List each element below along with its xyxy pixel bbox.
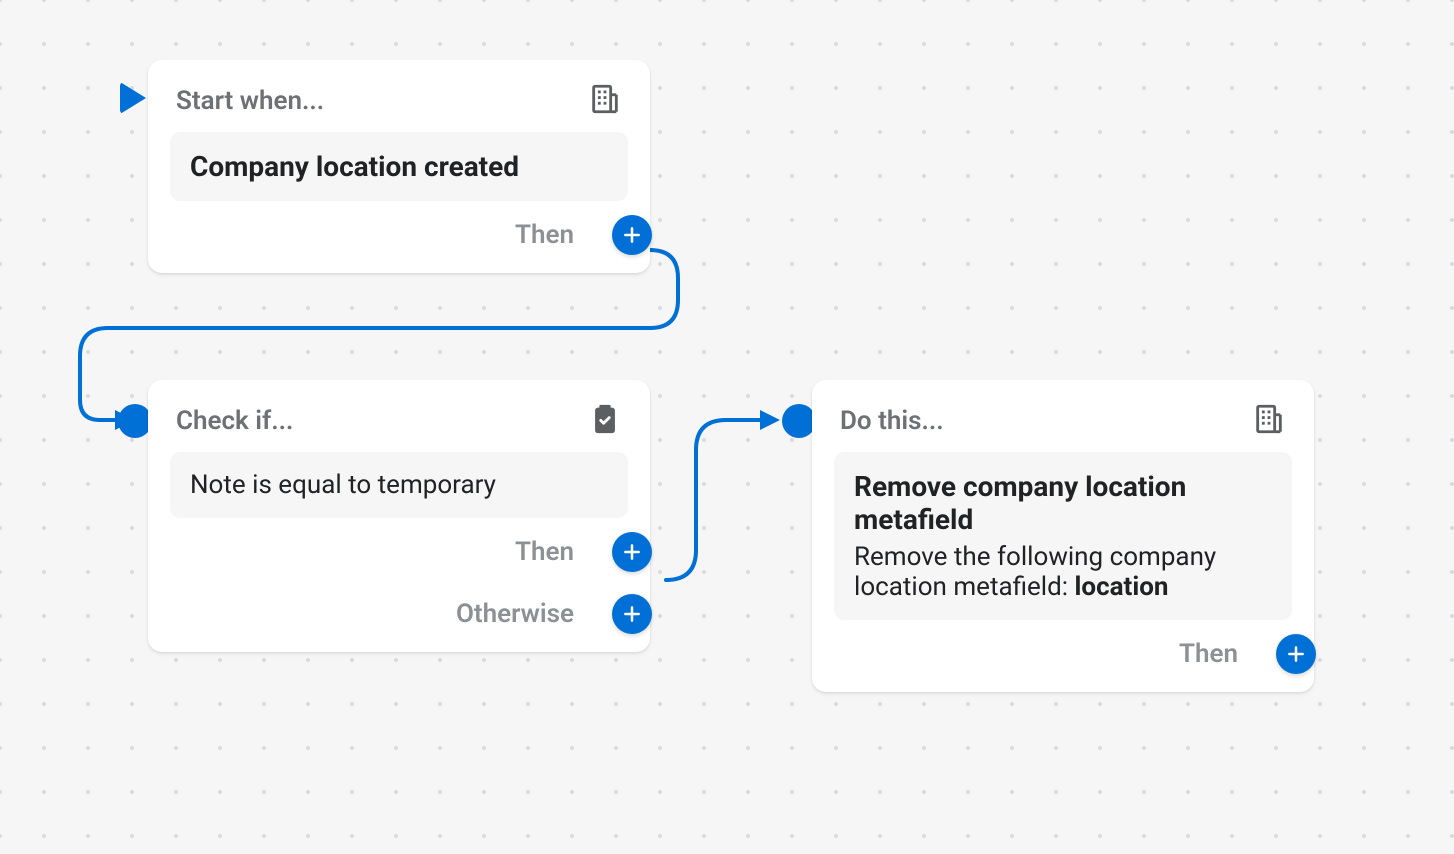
condition-summary: Note is equal to temporary (170, 452, 628, 518)
add-step-button[interactable] (612, 215, 652, 255)
workflow-canvas[interactable]: Start when... Company location created T… (0, 0, 1454, 854)
condition-header-label: Check if... (176, 406, 293, 436)
condition-entry-marker (118, 404, 152, 438)
trigger-header-label: Start when... (176, 86, 324, 116)
condition-otherwise-branch: Otherwise (170, 594, 628, 634)
branch-label-then: Then (515, 220, 574, 250)
trigger-card[interactable]: Start when... Company location created T… (148, 60, 650, 273)
add-step-button[interactable] (612, 594, 652, 634)
clipboard-check-icon (588, 402, 622, 440)
condition-card[interactable]: Check if... Note is equal to temporary T… (148, 380, 650, 652)
action-header-label: Do this... (840, 406, 944, 436)
trigger-summary: Company location created (170, 132, 628, 201)
condition-then-branch: Then (170, 532, 628, 572)
branch-label-then: Then (515, 537, 574, 567)
action-summary: Remove company location metafield Remove… (834, 452, 1292, 620)
add-step-button[interactable] (612, 532, 652, 572)
action-then-branch: Then (834, 634, 1292, 674)
action-card[interactable]: Do this... Remove company location metaf… (812, 380, 1314, 692)
building-icon (588, 82, 622, 120)
add-step-button[interactable] (1276, 634, 1316, 674)
trigger-then-branch: Then (170, 215, 628, 255)
branch-label-otherwise: Otherwise (456, 599, 574, 629)
action-entry-marker (782, 404, 816, 438)
branch-label-then: Then (1179, 639, 1238, 669)
building-icon (1252, 402, 1286, 440)
